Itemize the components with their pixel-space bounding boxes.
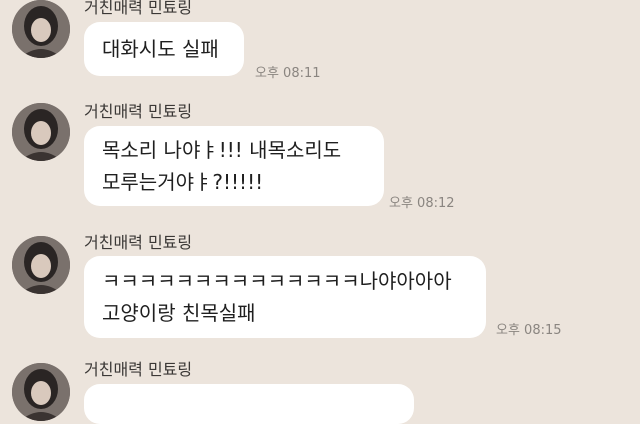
avatar[interactable] <box>12 0 70 58</box>
message-text: 고양이랑 친목실패 <box>102 301 256 325</box>
timestamp: 오후 08:11 <box>255 66 321 81</box>
avatar[interactable] <box>12 363 70 421</box>
message-bubble[interactable]: ㅋㅋㅋㅋㅋㅋㅋㅋㅋㅋㅋㅋㅋㅋ나야아아아 고양이랑 친목실패 <box>84 256 486 338</box>
avatar[interactable] <box>12 236 70 294</box>
avatar[interactable] <box>12 103 70 161</box>
message-bubble[interactable]: 목소리 나야ㅑ!!! 내목소리도 모루는거야ㅑ?!!!!! <box>84 126 384 206</box>
timestamp: 오후 08:15 <box>496 323 562 338</box>
message-text: 모루는거야ㅑ?!!!!! <box>102 170 264 194</box>
sender-name: 거친매력 민툐링 <box>84 233 193 252</box>
message-text: 목소리 나야ㅑ!!! 내목소리도 <box>102 138 342 162</box>
timestamp: 오후 08:12 <box>389 196 455 211</box>
message-text: ㅋㅋㅋㅋㅋㅋㅋㅋㅋㅋㅋㅋㅋㅋ나야아아아 <box>102 269 452 293</box>
message-text: 대화시도 실패 <box>102 37 219 61</box>
sender-name: 거친매력 민툐링 <box>84 102 193 121</box>
message-bubble[interactable]: 대화시도 실패 <box>84 22 244 76</box>
message-bubble[interactable] <box>84 384 414 424</box>
sender-name: 거친매력 민툐링 <box>84 360 193 379</box>
sender-name: 거친매력 민툐링 <box>84 0 193 17</box>
